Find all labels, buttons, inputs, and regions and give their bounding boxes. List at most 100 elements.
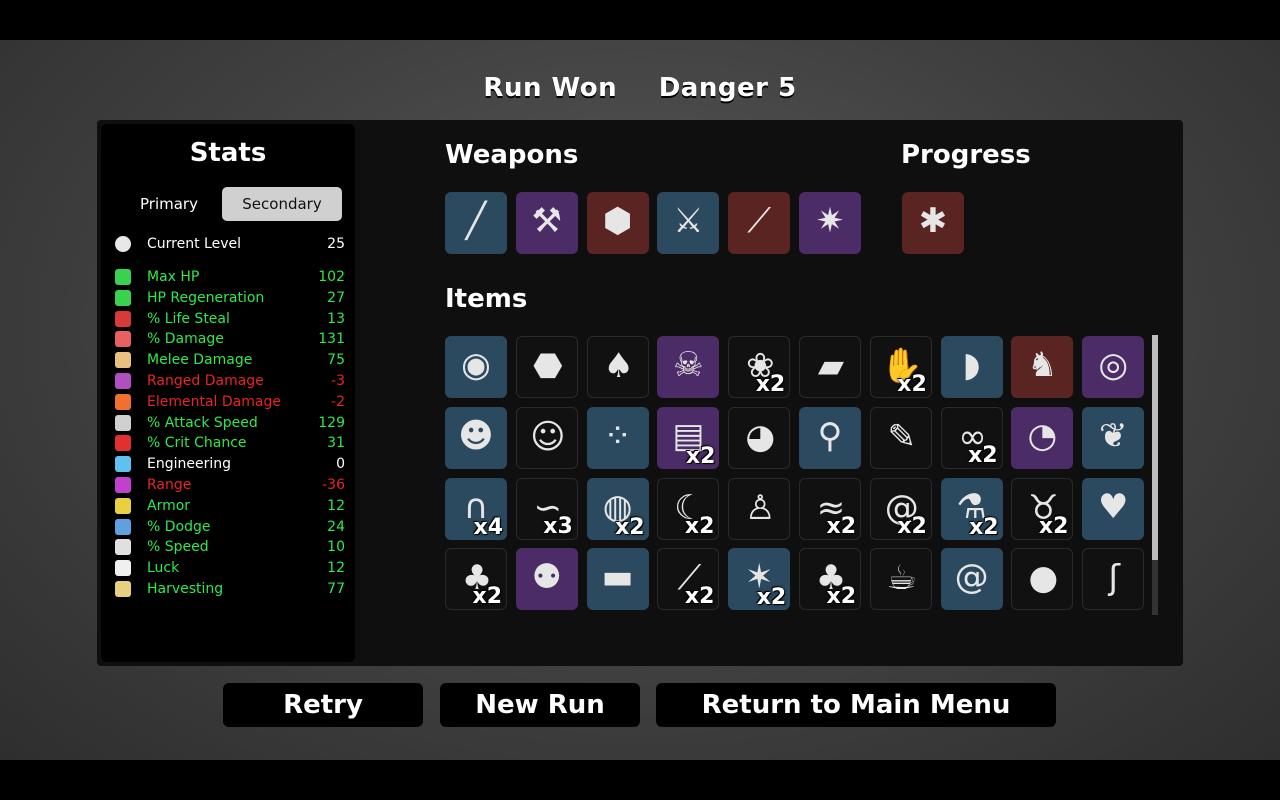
slot-glyph: @	[954, 557, 989, 598]
butterfly-icon[interactable]: ❀ x2	[728, 336, 791, 398]
shield-icon	[115, 497, 131, 514]
weapons-title: Weapons	[445, 140, 579, 170]
tab-secondary[interactable]: Secondary	[222, 187, 342, 221]
claw-icon[interactable]: ✋ x2	[869, 336, 932, 398]
mouse-icon[interactable]: ◔	[1011, 406, 1074, 469]
stat-value: 10	[327, 539, 345, 556]
item-count: x2	[826, 584, 857, 610]
spider-icon[interactable]: ✱	[902, 192, 964, 254]
bow-icon	[115, 373, 131, 389]
slot-glyph: ⚔	[673, 201, 704, 241]
slot-glyph: ⬢	[602, 201, 633, 241]
ghost-icon[interactable]: ♙	[728, 477, 791, 540]
egg-face-icon[interactable]: ◉	[445, 336, 507, 398]
axe-icon[interactable]: ⚒	[515, 192, 578, 254]
belt-icon[interactable]: ◍ x2	[586, 477, 649, 540]
run-summary-panel: Stats Primary Secondary Current Level 25…	[97, 120, 1183, 666]
robot-bee-icon[interactable]: ⚉	[515, 548, 578, 611]
stats-title: Stats	[189, 138, 267, 168]
piggy-bank-icon[interactable]: ♥	[1082, 477, 1145, 540]
ram-horn-icon[interactable]: @ x2	[869, 477, 932, 540]
bloody-balls-icon[interactable]: ⁘	[586, 406, 649, 469]
skulls-icon[interactable]: ☠	[657, 336, 720, 398]
mammoth-icon[interactable]: ♞	[1011, 336, 1074, 398]
slot-glyph: ⬣	[532, 346, 563, 386]
item-count: x2	[684, 513, 715, 539]
stat-row: % Crit Chance 31	[115, 433, 345, 453]
coffee-cup-icon[interactable]: ☕	[869, 548, 932, 611]
bone-key-icon[interactable]: ⚲	[799, 406, 861, 469]
stat-label: % Dodge	[147, 518, 211, 535]
claw-slash-icon[interactable]: ✶ x2	[728, 548, 791, 611]
heart-icon	[115, 269, 131, 285]
rock-icon[interactable]: ⬢	[586, 192, 649, 254]
stick-icon[interactable]: ⟋	[728, 192, 791, 254]
stat-value: -3	[331, 373, 345, 389]
retry-button[interactable]: Retry	[223, 683, 423, 727]
sausage-icon[interactable]: ∩ x4	[445, 477, 507, 540]
lizard-icon[interactable]: ≈ x2	[799, 477, 861, 540]
slot-glyph: ⟋	[747, 201, 772, 241]
stat-label: Max HP	[147, 269, 200, 285]
letterbox-top	[0, 0, 1280, 40]
items-scrollbar[interactable]	[1152, 335, 1158, 615]
slot-glyph: ▬	[601, 557, 634, 598]
slot-glyph: ♠	[603, 346, 634, 386]
slot-glyph: ♞	[1027, 345, 1058, 385]
stat-label: Ranged Damage	[147, 373, 264, 389]
sunglasses-icon[interactable]: ▬	[586, 548, 649, 611]
spear-icon[interactable]: ╱	[445, 192, 507, 254]
mushroom-icon[interactable]: ♠	[586, 336, 649, 398]
goat-skull-icon[interactable]: ♉ x2	[1011, 477, 1074, 540]
bat-icon[interactable]: ♣ x2	[445, 548, 507, 611]
slot-glyph: ♙	[744, 487, 776, 528]
items-scroll-thumb[interactable]	[1152, 335, 1158, 560]
horn-icon[interactable]: ◗	[940, 336, 1003, 398]
tab-primary[interactable]: Primary	[119, 187, 219, 221]
tooth-icon[interactable]: ☾ x2	[657, 477, 720, 540]
item-count: x2	[897, 513, 927, 539]
potion-icon[interactable]: ⚗ x2	[940, 477, 1003, 540]
slot-glyph: ⁘	[603, 415, 632, 456]
item-count: x2	[969, 514, 999, 540]
boxing-glove-icon[interactable]: ●	[1011, 548, 1074, 611]
knife-icon[interactable]: ⟋ x2	[657, 548, 720, 611]
duck-icon[interactable]: ◕	[728, 406, 791, 469]
slot-glyph: ✱	[918, 201, 948, 241]
sword-icon	[115, 352, 131, 369]
alien-eye-icon[interactable]: ◎	[1082, 336, 1145, 398]
scroll-icon[interactable]: ▤ x2	[657, 406, 720, 469]
goggles-icon[interactable]: ∞ x2	[940, 406, 1003, 469]
stat-value: -2	[331, 393, 345, 410]
slot-glyph: ●	[1028, 558, 1059, 599]
slot-glyph: ✎	[887, 416, 917, 457]
stat-label: % Attack Speed	[147, 414, 258, 431]
muscle-icon	[115, 331, 131, 348]
stat-row: HP Regeneration 27	[115, 288, 345, 308]
end-run-screen: Run Won Danger 5 Stats Primary Secondary…	[0, 40, 1280, 760]
monkey-icon[interactable]: ☺	[515, 406, 578, 469]
stat-row: Ranged Damage -3	[115, 371, 345, 391]
new-run-button[interactable]: New Run	[440, 683, 640, 727]
syringe-icon[interactable]: ✎	[869, 406, 932, 469]
item-count: x4	[473, 514, 504, 540]
bunny-icon[interactable]: ❦	[1082, 406, 1145, 469]
slot-glyph: ʃ	[1108, 558, 1120, 599]
main-menu-button[interactable]: Return to Main Menu	[656, 683, 1056, 727]
stat-label: % Damage	[147, 331, 224, 348]
cake-icon[interactable]: ▰	[799, 336, 861, 398]
stat-label: % Speed	[147, 539, 209, 556]
stat-row: Max HP 102	[115, 267, 345, 287]
spiked-club-icon[interactable]: ✷	[799, 192, 861, 254]
worm-icon[interactable]: ∽ x3	[515, 477, 578, 540]
snail-icon[interactable]: @	[940, 548, 1003, 611]
cactus-icon[interactable]: ♣ x2	[799, 548, 861, 611]
mummy-icon[interactable]: ☻	[445, 406, 507, 469]
stat-row: % Life Steal 13	[115, 309, 345, 329]
coal-icon[interactable]: ⬣	[515, 336, 578, 398]
slot-glyph: ❦	[1098, 415, 1128, 456]
hatchet-icon[interactable]: ⚔	[657, 192, 720, 254]
slot-glyph: ╱	[465, 201, 487, 241]
tentacle-icon[interactable]: ʃ	[1082, 548, 1145, 611]
stat-row: Armor 12	[115, 496, 345, 516]
